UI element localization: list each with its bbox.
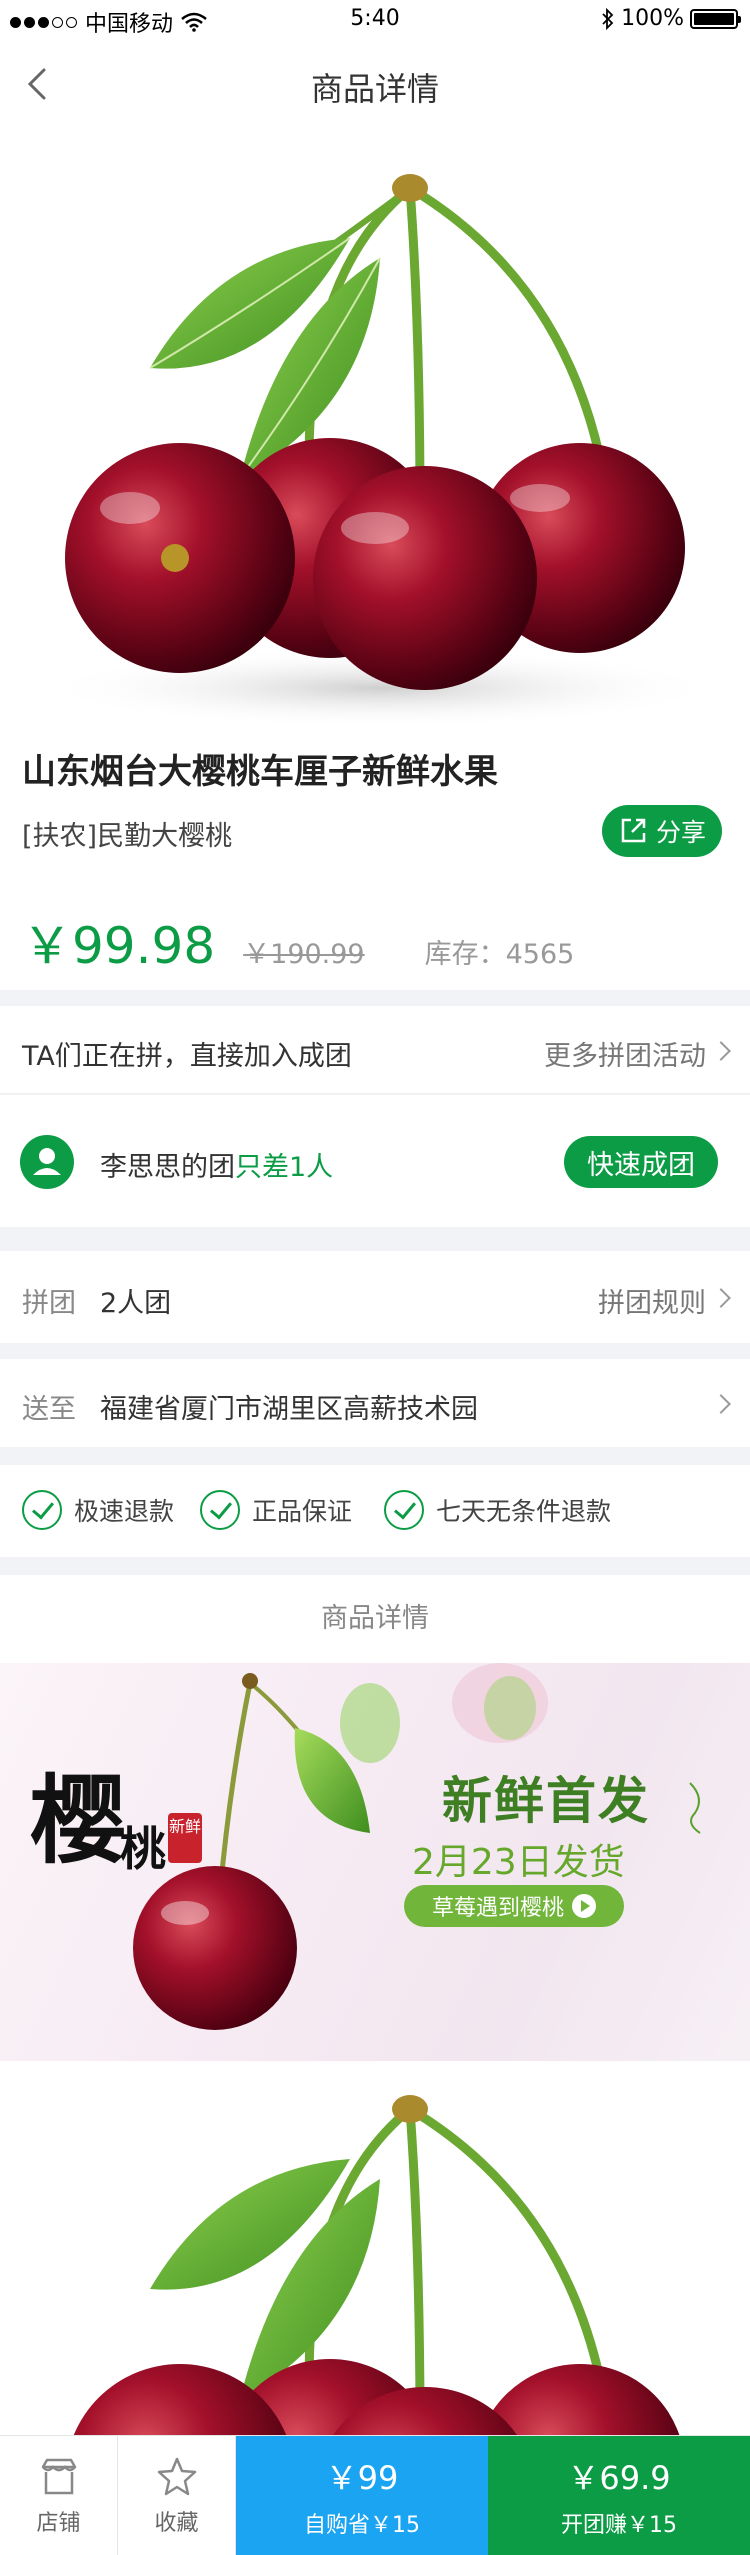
address-value: 福建省厦门市湖里区高薪技术园 [100, 1394, 478, 1425]
group-buy-button[interactable]: ￥69.9 开团赚￥15 [488, 2436, 750, 2555]
cherry-image [40, 174, 720, 728]
banner-date: 2月23日发货 [412, 1842, 625, 1883]
product-info: 山东烟台大樱桃车厘子新鲜水果 [扶农]民勤大樱桃 分享 ￥99.98 ￥190.… [0, 738, 750, 990]
current-price: ￥99.98 [22, 917, 216, 975]
promo-banner: 樱 桃 新鲜 新鲜首发 2月23日发货 草莓遇到樱桃 [0, 1663, 750, 2061]
quick-join-button[interactable]: 快速成团 [564, 1136, 718, 1188]
avatar [20, 1135, 74, 1189]
battery-percent: 100% [621, 6, 684, 31]
page-title: 商品详情 [310, 70, 439, 108]
group-rules-link[interactable]: 拼团规则 [598, 1281, 706, 1320]
more-group-link[interactable]: 更多拼团活动 [544, 1034, 706, 1073]
bottom-action-bar: 店铺 收藏 ￥99 自购省￥15 ￥69.9 开团赚￥15 [0, 2435, 750, 2555]
product-name: 山东烟台大樱桃车厘子新鲜水果 [22, 752, 498, 792]
address-row[interactable]: 送至 福建省厦门市湖里区高薪技术园 [0, 1359, 750, 1447]
banner-title: 新鲜首发 [442, 1771, 650, 1830]
group-leader-row: 李思思的团只差1人 快速成团 [0, 1095, 750, 1227]
battery-area: 100% [601, 6, 741, 31]
favorite-label: 收藏 [154, 2510, 199, 2536]
star-icon [157, 2457, 196, 2495]
assurance-row: 极速退款 正品保证 七天无条件退款 [0, 1465, 750, 1557]
price-row: ￥99.98 ￥190.99 库存：4565 [22, 906, 574, 978]
group-buy-label: 开团赚￥15 [561, 2512, 677, 2538]
check-circle-icon [384, 1490, 424, 1530]
shop-label: 店铺 [36, 2510, 81, 2536]
banner-fresh-tag: 新鲜 [168, 1813, 202, 1863]
assurance-item: 极速退款 [22, 1490, 174, 1530]
bluetooth-icon [602, 7, 614, 30]
favorite-tab[interactable]: 收藏 [118, 2436, 236, 2555]
group-intro: TA们正在拼，直接加入成团 [22, 1041, 352, 1072]
store-icon [41, 2458, 76, 2494]
stock-count: 库存：4565 [424, 939, 575, 970]
leader-need: 只差1人 [235, 1152, 334, 1183]
shop-tab[interactable]: 店铺 [0, 2436, 118, 2555]
self-buy-label: 自购省￥15 [304, 2512, 420, 2538]
spec-label: 拼团 [22, 1288, 76, 1319]
chevron-right-icon [711, 1288, 731, 1308]
group-buy-price: ￥69.9 [567, 2458, 671, 2497]
assurance-item: 正品保证 [200, 1490, 352, 1530]
self-buy-price: ￥99 [325, 2458, 399, 2497]
nav-bar: 商品详情 [0, 40, 750, 128]
chevron-right-icon [711, 1041, 731, 1061]
original-price: ￥190.99 [243, 939, 365, 970]
product-subtitle: [扶农]民勤大樱桃 [22, 821, 233, 852]
user-icon [33, 1148, 61, 1175]
assurance-item: 七天无条件退款 [384, 1490, 611, 1530]
group-spec-row[interactable]: 拼团 2人团 拼团规则 [0, 1251, 750, 1343]
leader-text: 李思思的团只差1人 [100, 1145, 333, 1184]
cherry-image [73, 2095, 680, 2435]
check-circle-icon [200, 1490, 240, 1530]
self-buy-button[interactable]: ￥99 自购省￥15 [236, 2436, 488, 2555]
detail-image [0, 2061, 750, 2435]
product-image [0, 128, 750, 738]
banner-brand-big: 樱 [30, 1764, 126, 1877]
banner-pill: 草莓遇到樱桃 [404, 1885, 624, 1927]
status-bar: 中国移动 5:40 100% [0, 0, 750, 40]
share-icon [621, 818, 646, 843]
battery-icon [690, 8, 741, 29]
group-activity-row[interactable]: TA们正在拼，直接加入成团 更多拼团活动 [0, 1006, 750, 1094]
play-icon [572, 1894, 596, 1918]
address-label: 送至 [22, 1394, 76, 1425]
check-circle-icon [22, 1490, 62, 1530]
banner-brand-small: 桃 [120, 1822, 166, 1876]
share-button[interactable]: 分享 [602, 805, 722, 857]
banner-pill-label: 草莓遇到樱桃 [431, 1896, 564, 1921]
chevron-right-icon [711, 1394, 731, 1414]
leader-name: 李思思的团 [100, 1152, 235, 1183]
detail-section-title: 商品详情 [0, 1575, 750, 1663]
share-label: 分享 [655, 818, 706, 847]
spec-value: 2人团 [100, 1288, 172, 1319]
